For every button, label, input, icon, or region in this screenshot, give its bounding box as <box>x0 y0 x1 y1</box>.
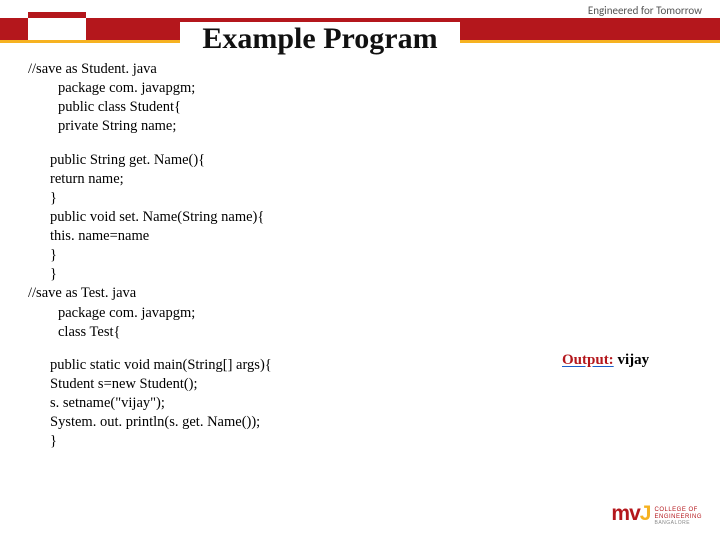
code-line: //save as Student. java <box>28 60 528 79</box>
code-line: //save as Test. java <box>28 284 528 303</box>
brand-logo: mvJ COLLEGE OF ENGINEERING BANGALORE <box>611 502 702 526</box>
code-line: private String name; <box>28 117 528 136</box>
code-line: } <box>28 246 528 265</box>
header-notch <box>28 18 86 40</box>
code-line: package com. javapgm; <box>28 79 528 98</box>
code-line: System. out. println(s. get. Name()); <box>28 413 528 432</box>
code-line: class Test{ <box>28 323 528 342</box>
code-line: } <box>28 265 528 284</box>
code-line: Student s=new Student(); <box>28 375 528 394</box>
code-block: //save as Student. java package com. jav… <box>28 60 528 451</box>
output-value: vijay <box>614 352 649 368</box>
logo-text: COLLEGE OF ENGINEERING BANGALORE <box>654 507 702 526</box>
code-line: public static void main(String[] args){ <box>28 356 528 375</box>
code-line: s. setname("vijay"); <box>28 394 528 413</box>
code-line: } <box>28 432 528 451</box>
code-line: public String get. Name(){ <box>28 151 528 170</box>
output-text: Output: vijay <box>562 352 649 369</box>
code-line: public void set. Name(String name){ <box>28 208 528 227</box>
code-line: package com. javapgm; <box>28 304 528 323</box>
slide-title: Example Program <box>180 22 460 56</box>
output-label: Output: <box>562 352 614 368</box>
logo-mark: mvJ <box>611 502 650 526</box>
code-line: } <box>28 189 528 208</box>
code-line: return name; <box>28 170 528 189</box>
tagline: Engineered for Tomorrow <box>588 4 702 17</box>
code-line: this. name=name <box>28 227 528 246</box>
code-line: public class Student{ <box>28 98 528 117</box>
